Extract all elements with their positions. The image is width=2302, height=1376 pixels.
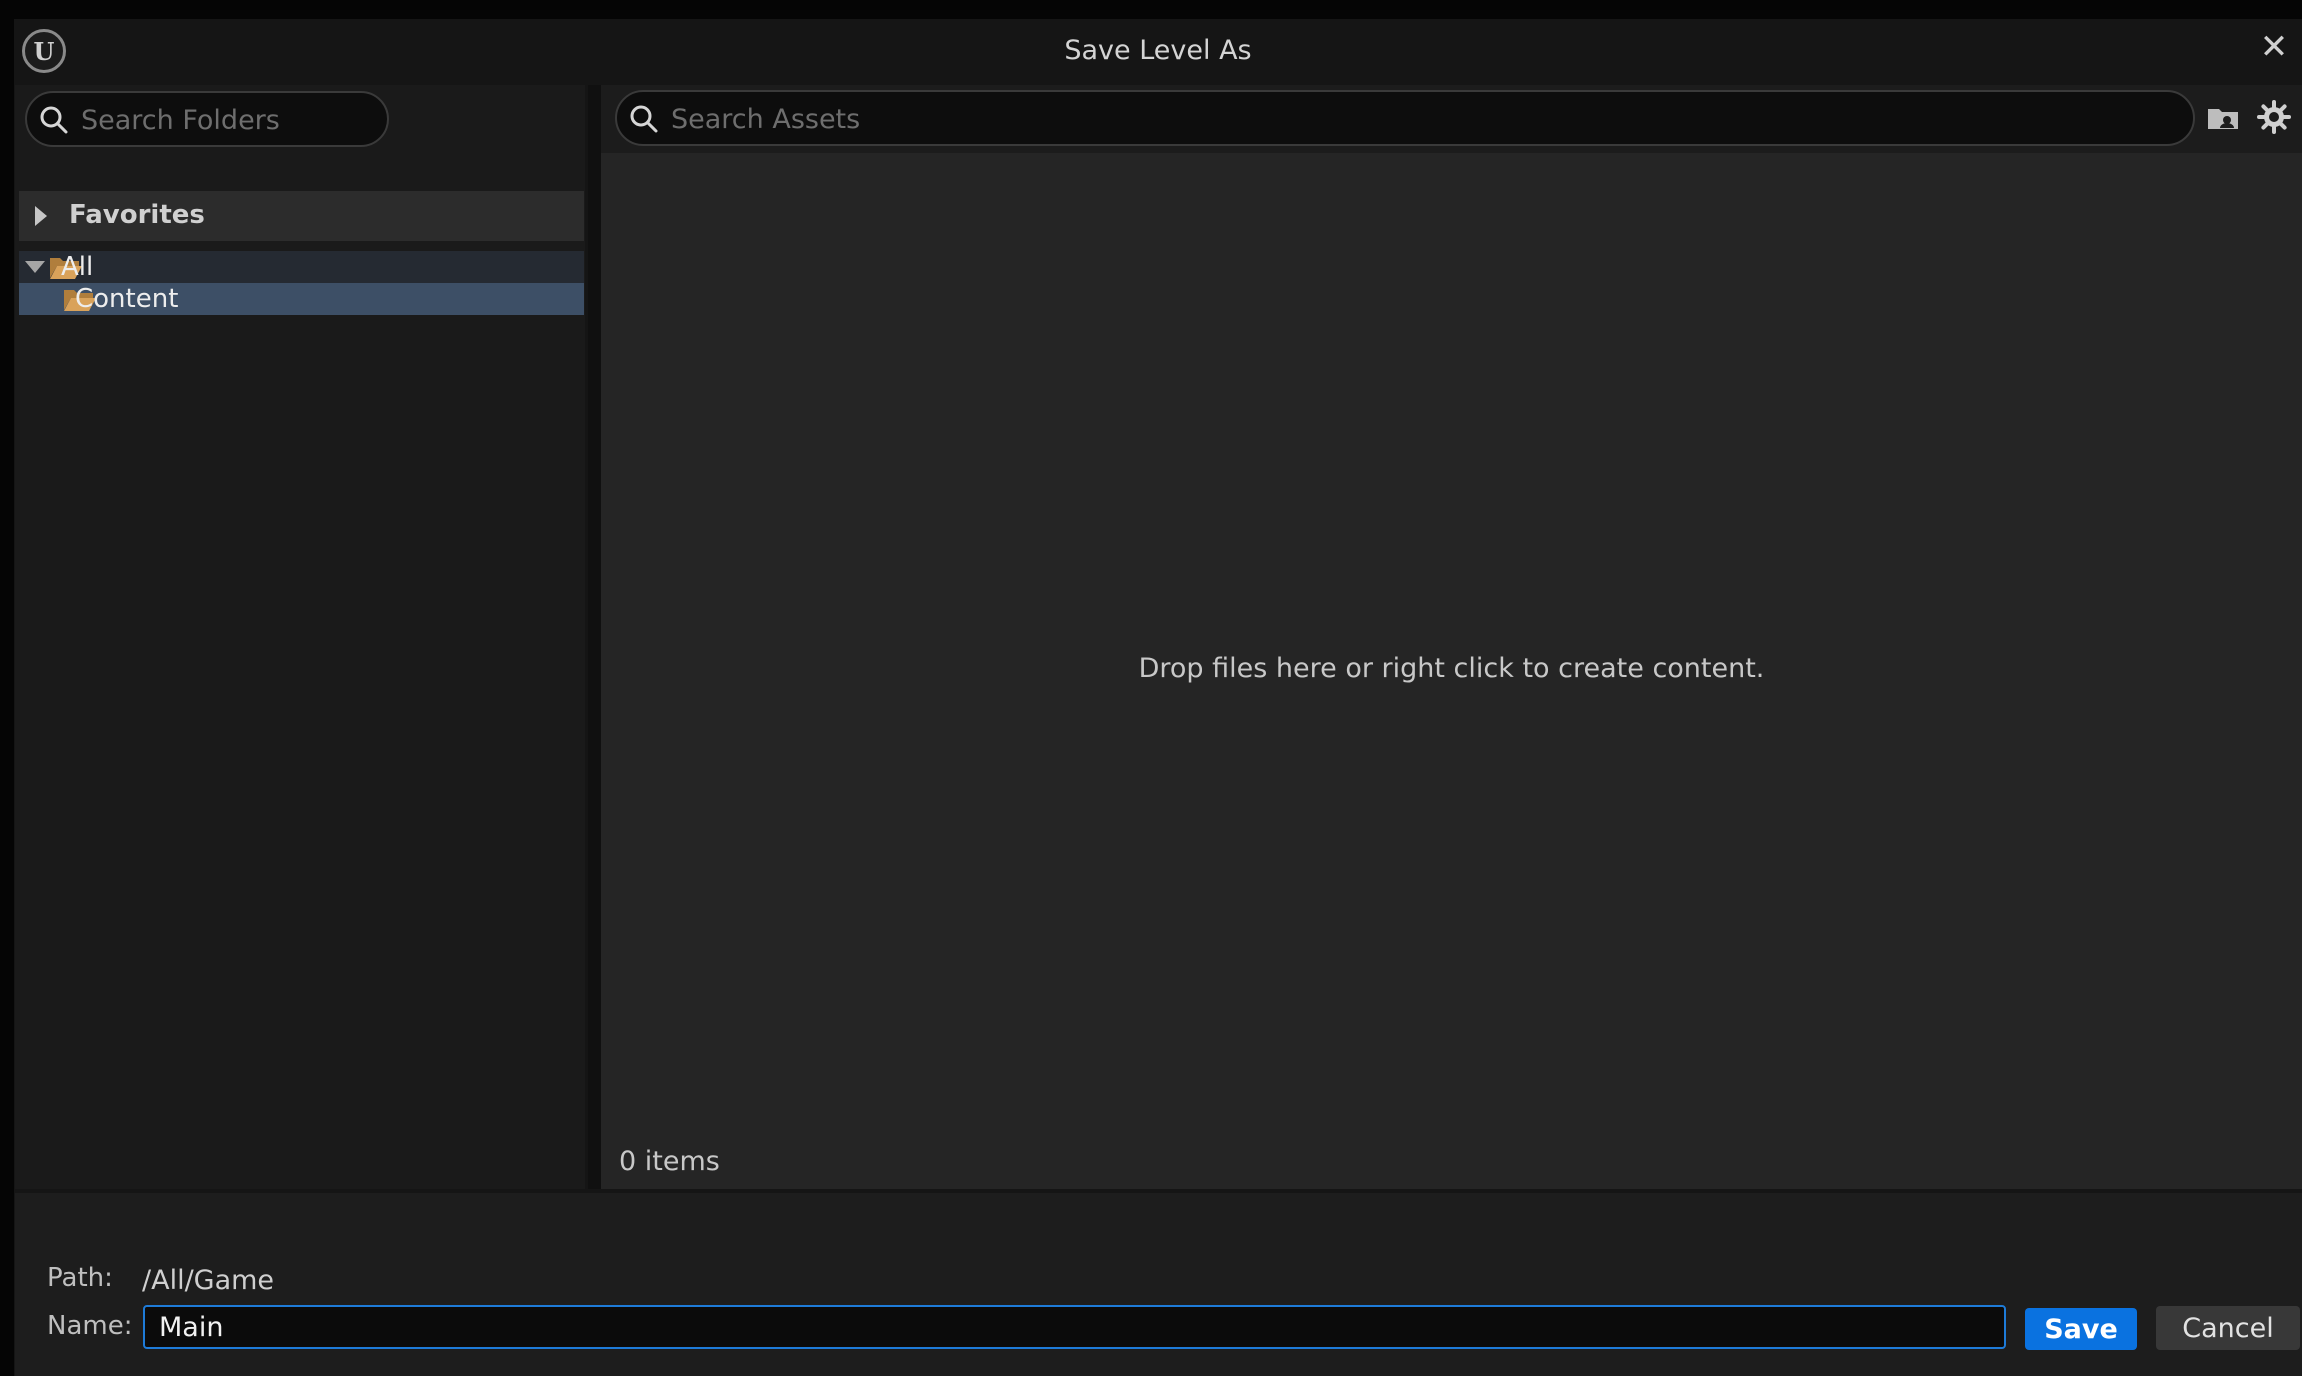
close-button[interactable]: ✕ [2254, 27, 2294, 67]
panel-splitter[interactable] [588, 85, 601, 1189]
asset-toolbar [601, 85, 2302, 153]
save-footer: Path: /All/Game Name: Save Cancel [15, 1193, 2302, 1376]
path-value: /All/Game [142, 1265, 275, 1296]
save-level-dialog: U Save Level As ✕ Favorites All [14, 19, 2302, 1376]
search-assets-input[interactable] [669, 92, 2177, 146]
favorites-label: Favorites [69, 200, 205, 230]
dialog-title: Save Level As [1064, 35, 1252, 66]
settings-gear-icon[interactable] [2256, 99, 2292, 135]
tree-item-label: All [61, 252, 94, 282]
level-name-input[interactable] [143, 1305, 2006, 1349]
title-bar: U Save Level As ✕ [14, 19, 2302, 85]
search-icon [630, 105, 658, 133]
asset-search-box[interactable] [615, 90, 2195, 146]
folder-panel: Favorites All Content [15, 85, 585, 1189]
search-icon [40, 106, 68, 134]
tree-item-content[interactable]: Content [19, 283, 584, 315]
name-label: Name: [47, 1311, 133, 1341]
tree-item-all[interactable]: All [19, 251, 584, 283]
cancel-button[interactable]: Cancel [2156, 1306, 2300, 1350]
collapsed-arrow-icon [35, 206, 47, 226]
asset-view[interactable]: Drop files here or right click to create… [601, 85, 2302, 1189]
expanded-arrow-icon [25, 261, 45, 273]
items-count-label: 0 items [619, 1146, 720, 1177]
path-label: Path: [47, 1263, 113, 1293]
folder-view-icon[interactable] [2205, 99, 2241, 135]
folder-search-box[interactable] [25, 91, 389, 147]
empty-content-message: Drop files here or right click to create… [1138, 653, 1765, 684]
favorites-section-header[interactable]: Favorites [19, 191, 584, 241]
save-button[interactable]: Save [2025, 1308, 2137, 1350]
search-folders-input[interactable] [79, 93, 371, 147]
tree-item-label: Content [75, 284, 179, 314]
